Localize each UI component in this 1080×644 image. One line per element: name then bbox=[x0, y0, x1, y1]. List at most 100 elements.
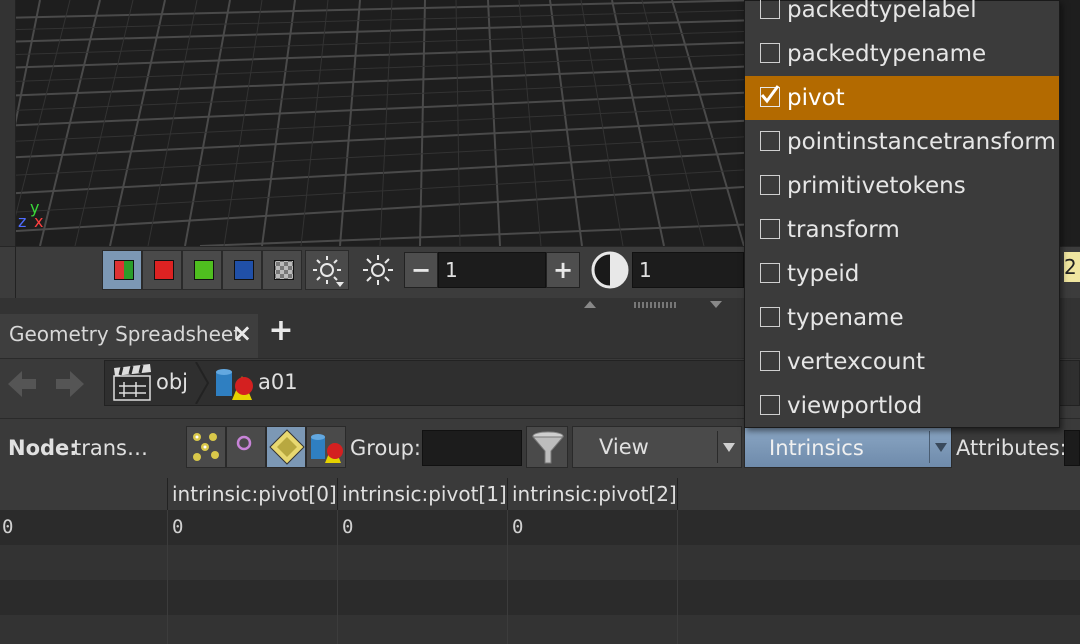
checkbox[interactable] bbox=[760, 131, 780, 151]
menu-item-typeid[interactable]: typeid bbox=[745, 252, 1059, 296]
checkbox-checked[interactable] bbox=[760, 85, 780, 107]
menu-item-primitivetokens[interactable]: primitivetokens bbox=[745, 164, 1059, 208]
empty-cell bbox=[338, 580, 508, 615]
checkbox[interactable] bbox=[760, 351, 780, 371]
empty-row bbox=[0, 615, 1080, 644]
empty-cell bbox=[0, 615, 168, 644]
menu-item-label: typeid bbox=[787, 261, 860, 287]
node-label: Node: bbox=[8, 436, 78, 460]
vertex-icon bbox=[236, 435, 252, 451]
menu-item-pivot[interactable]: pivot bbox=[745, 76, 1059, 120]
primitive-diamond-icon bbox=[269, 429, 305, 465]
toolbar-left-divider bbox=[15, 246, 16, 298]
attributes-input[interactable] bbox=[1064, 430, 1080, 466]
green-channel-button[interactable] bbox=[182, 250, 222, 290]
splitter-down-arrow-icon[interactable] bbox=[710, 301, 722, 308]
pivot-1-cell: 0 bbox=[338, 510, 508, 545]
blue-swatch-icon bbox=[234, 260, 254, 280]
table-row[interactable]: 0 0 0 0 bbox=[0, 510, 1080, 545]
back-arrow-icon[interactable] bbox=[6, 368, 38, 400]
red-channel-button[interactable] bbox=[142, 250, 182, 290]
check-mark-icon bbox=[760, 85, 780, 104]
menu-item-label: viewportlod bbox=[787, 393, 923, 419]
empty-cell bbox=[508, 615, 678, 644]
primitives-mode-button[interactable] bbox=[266, 426, 306, 468]
checkbox[interactable] bbox=[760, 395, 780, 415]
contrast-circle-icon bbox=[591, 251, 629, 289]
light-mode-dropdown[interactable] bbox=[305, 250, 349, 290]
checkbox[interactable] bbox=[760, 0, 780, 19]
checkbox[interactable] bbox=[760, 43, 780, 63]
forward-arrow-icon[interactable] bbox=[54, 368, 86, 400]
checkbox[interactable] bbox=[760, 263, 780, 283]
empty-cell bbox=[168, 545, 338, 580]
green-swatch-icon bbox=[194, 260, 214, 280]
column-header-pivot-0[interactable]: intrinsic:pivot[0] bbox=[168, 478, 338, 510]
menu-item-label: packedtypelabel bbox=[787, 0, 977, 23]
empty-cell bbox=[168, 615, 338, 644]
close-tab-icon[interactable]: × bbox=[232, 314, 252, 352]
view-dropdown-label: View bbox=[599, 435, 649, 459]
points-mode-button[interactable] bbox=[186, 426, 226, 468]
empty-cell bbox=[508, 545, 678, 580]
exposure-icon[interactable] bbox=[358, 252, 398, 288]
column-header-pivot-2[interactable]: intrinsic:pivot[2] bbox=[508, 478, 678, 510]
node-value: trans… bbox=[73, 436, 148, 460]
menu-item-label: pivot bbox=[787, 85, 845, 111]
points-icon bbox=[193, 433, 219, 461]
detail-mode-button[interactable] bbox=[306, 426, 346, 468]
pivot-0-cell: 0 bbox=[168, 510, 338, 545]
checkbox[interactable] bbox=[760, 219, 780, 239]
tab-geometry-spreadsheet[interactable]: Geometry Spreadsheet × bbox=[0, 314, 258, 358]
exposure-field[interactable]: 1 bbox=[438, 252, 546, 288]
menu-item-typename[interactable]: typename bbox=[745, 296, 1059, 340]
menu-item-packedtypename[interactable]: packedtypename bbox=[745, 32, 1059, 76]
breadcrumb-a01[interactable]: a01 bbox=[212, 362, 312, 404]
chevron-right-icon bbox=[195, 361, 210, 405]
column-header-pivot-1[interactable]: intrinsic:pivot[1] bbox=[338, 478, 508, 510]
column-header-index bbox=[0, 478, 168, 510]
group-filter-button[interactable] bbox=[526, 426, 568, 468]
vertices-mode-button[interactable] bbox=[226, 426, 266, 468]
gamma-toggle-button[interactable] bbox=[588, 250, 632, 290]
clapperboard-icon bbox=[113, 364, 151, 401]
menu-item-label: vertexcount bbox=[787, 349, 926, 375]
checkbox[interactable] bbox=[760, 307, 780, 327]
empty-cell bbox=[338, 545, 508, 580]
gamma-field[interactable]: 1 bbox=[632, 252, 744, 288]
red-swatch-icon bbox=[154, 260, 174, 280]
menu-item-pointinstancetransform[interactable]: pointinstancetransform bbox=[745, 120, 1059, 164]
group-input[interactable] bbox=[422, 430, 522, 466]
detail-object-icon bbox=[311, 434, 343, 463]
menu-item-viewportlod[interactable]: viewportlod bbox=[745, 384, 1059, 428]
view-dropdown[interactable]: View bbox=[572, 426, 742, 468]
chevron-down-icon bbox=[935, 443, 947, 452]
breadcrumb-obj[interactable]: obj bbox=[106, 362, 204, 404]
menu-item-vertexcount[interactable]: vertexcount bbox=[745, 340, 1059, 384]
decrement-button[interactable]: − bbox=[404, 252, 438, 288]
sun-icon bbox=[363, 255, 393, 285]
checker-alpha-icon bbox=[274, 260, 294, 280]
checkbox[interactable] bbox=[760, 175, 780, 195]
empty-cell bbox=[508, 580, 678, 615]
sun-gear-icon bbox=[313, 256, 344, 287]
menu-item-transform[interactable]: transform bbox=[745, 208, 1059, 252]
increment-button[interactable]: + bbox=[546, 252, 580, 288]
tab-label: Geometry Spreadsheet bbox=[9, 322, 242, 346]
empty-row bbox=[0, 580, 1080, 615]
empty-row bbox=[0, 545, 1080, 580]
rgb-channel-icon bbox=[114, 260, 134, 280]
axis-z-label: z bbox=[18, 212, 27, 231]
empty-cell bbox=[338, 615, 508, 644]
color-channel-all-button[interactable] bbox=[102, 250, 142, 290]
intrinsics-dropdown[interactable]: Intrinsics bbox=[744, 426, 952, 468]
splitter-up-arrow-icon[interactable] bbox=[584, 301, 596, 308]
splitter-grip-icon[interactable] bbox=[634, 302, 678, 308]
menu-item-packedtypelabel[interactable]: packedtypelabel bbox=[745, 0, 1059, 32]
add-tab-button[interactable]: + bbox=[266, 312, 296, 352]
pivot-2-cell: 0 bbox=[508, 510, 678, 545]
alpha-channel-button[interactable] bbox=[262, 250, 302, 290]
blue-channel-button[interactable] bbox=[222, 250, 262, 290]
geometry-object-icon bbox=[216, 369, 253, 400]
row-index-cell: 0 bbox=[0, 510, 168, 545]
